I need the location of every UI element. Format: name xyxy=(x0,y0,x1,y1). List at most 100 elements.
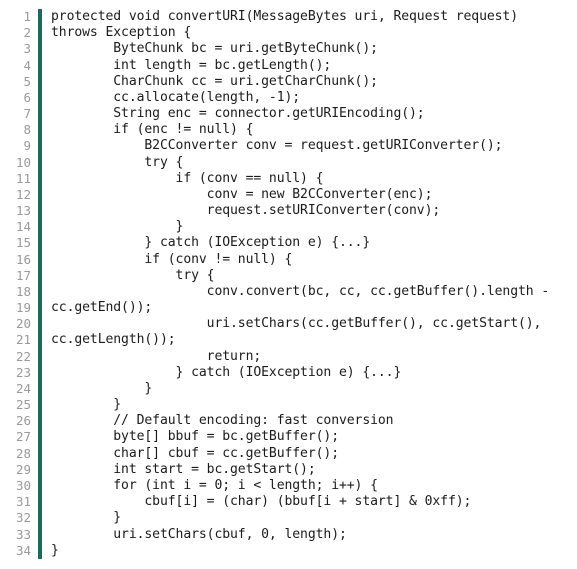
code-line-text[interactable]: } catch (IOException e) {...} xyxy=(51,365,402,381)
line-number: 27 xyxy=(15,429,31,445)
code-listing[interactable]: 1 protected void convertURI(MessageBytes … xyxy=(0,0,577,569)
code-line-text[interactable]: if (conv != null) { xyxy=(51,252,292,268)
code-line-row[interactable]: 14 } xyxy=(0,219,577,235)
code-line-row[interactable]: 3 ByteChunk bc = uri.getByteChunk(); xyxy=(0,41,577,57)
code-line-text[interactable]: // Default encoding: fast conversion xyxy=(51,413,393,429)
code-line-text[interactable]: if (conv == null) { xyxy=(51,171,324,187)
line-number: 17 xyxy=(15,267,31,283)
line-number: 9 xyxy=(23,138,31,154)
code-line-row[interactable]: 17 try { xyxy=(0,268,577,284)
line-number: 1 xyxy=(23,9,31,24)
code-line-row[interactable]: 10 try { xyxy=(0,155,577,171)
line-number: 19 xyxy=(15,300,31,316)
line-number: 3 xyxy=(23,41,31,57)
code-line-row[interactable]: 34} xyxy=(0,543,577,559)
line-number: 34 xyxy=(15,542,31,558)
code-line-text[interactable]: protected void convertURI(MessageBytes u… xyxy=(51,9,518,25)
code-line-row[interactable]: 4 int length = bc.getLength(); xyxy=(0,58,577,74)
code-line-row[interactable]: 18 conv.convert(bc, cc, cc.getBuffer().l… xyxy=(0,284,577,300)
code-line-row[interactable]: 20 uri.setChars(cc.getBuffer(), cc.getSt… xyxy=(0,316,577,332)
code-line-text[interactable]: byte[] bbuf = bc.getBuffer(); xyxy=(51,429,339,445)
line-number: 22 xyxy=(15,348,31,364)
line-number: 20 xyxy=(15,316,31,332)
code-line-row[interactable]: 22 return; xyxy=(0,349,577,365)
code-line-row[interactable]: 31 cbuf[i] = (char) (bbuf[i + start] & 0… xyxy=(0,494,577,510)
code-line-row[interactable]: 5 CharChunk cc = uri.getCharChunk(); xyxy=(0,74,577,90)
code-line-row[interactable]: 6 cc.allocate(length, -1); xyxy=(0,90,577,106)
code-line-row[interactable]: 15 } catch (IOException e) {...} xyxy=(0,235,577,251)
code-line-row[interactable]: 27 byte[] bbuf = bc.getBuffer(); xyxy=(0,429,577,445)
code-line-text[interactable]: } xyxy=(51,219,184,235)
code-line-row[interactable]: 21 cc.getLength()); xyxy=(0,332,577,348)
line-number: 14 xyxy=(15,219,31,235)
line-number: 6 xyxy=(23,89,31,105)
code-line-row[interactable]: 25 } xyxy=(0,397,577,413)
code-line-text-wrapped[interactable]: cc.getEnd()); xyxy=(51,300,152,316)
code-line-text[interactable]: String enc = connector.getURIEncoding(); xyxy=(51,106,424,122)
line-number: 12 xyxy=(15,186,31,202)
line-number: 21 xyxy=(15,332,31,348)
line-number: 24 xyxy=(15,380,31,396)
code-line-text[interactable]: } catch (IOException e) {...} xyxy=(51,235,370,251)
line-number: 25 xyxy=(15,397,31,413)
code-line-text[interactable]: request.setURIConverter(conv); xyxy=(51,203,441,219)
code-line-row[interactable]: 16 if (conv != null) { xyxy=(0,252,577,268)
code-line-row[interactable]: 9 B2CConverter conv = request.getURIConv… xyxy=(0,138,577,154)
line-number: 29 xyxy=(15,461,31,477)
code-line-text[interactable]: } xyxy=(51,397,121,413)
code-line-text[interactable]: for (int i = 0; i < length; i++) { xyxy=(51,478,378,494)
line-number: 11 xyxy=(15,170,31,186)
code-line-text[interactable]: uri.setChars(cbuf, 0, length); xyxy=(51,527,347,543)
code-line-row[interactable]: 8 if (enc != null) { xyxy=(0,122,577,138)
code-line-text-wrapped[interactable]: cc.getLength()); xyxy=(51,332,176,348)
code-line-row[interactable]: 19 cc.getEnd()); xyxy=(0,300,577,316)
code-line-text[interactable]: } xyxy=(51,543,59,559)
code-line-row[interactable]: 33 uri.setChars(cbuf, 0, length); xyxy=(0,527,577,543)
line-number: 10 xyxy=(15,154,31,170)
code-line-row[interactable]: 2 throws Exception { xyxy=(0,25,577,41)
code-line-text[interactable]: cbuf[i] = (char) (bbuf[i + start] & 0xff… xyxy=(51,494,471,510)
code-line-row[interactable]: 30 for (int i = 0; i < length; i++) { xyxy=(0,478,577,494)
code-line-row[interactable]: 12 conv = new B2CConverter(enc); xyxy=(0,187,577,203)
code-line-text[interactable]: } xyxy=(51,510,121,526)
code-line-text[interactable]: CharChunk cc = uri.getCharChunk(); xyxy=(51,74,378,90)
code-line-text[interactable]: B2CConverter conv = request.getURIConver… xyxy=(51,138,502,154)
code-line-text[interactable]: throws Exception { xyxy=(51,25,191,41)
code-line-row[interactable]: 28 char[] cbuf = cc.getBuffer(); xyxy=(0,446,577,462)
code-line-row[interactable]: 26 // Default encoding: fast conversion xyxy=(0,413,577,429)
code-line-row[interactable]: 1 protected void convertURI(MessageBytes … xyxy=(0,9,577,25)
code-line-text[interactable]: cc.allocate(length, -1); xyxy=(51,90,300,106)
line-number: 28 xyxy=(15,445,31,461)
line-number: 16 xyxy=(15,251,31,267)
line-number: 4 xyxy=(23,57,31,73)
code-line-text[interactable]: if (enc != null) { xyxy=(51,122,253,138)
code-line-text[interactable]: int length = bc.getLength(); xyxy=(51,58,331,74)
code-rows-container: 1 protected void convertURI(MessageBytes … xyxy=(0,9,577,559)
code-line-row[interactable]: 11 if (conv == null) { xyxy=(0,171,577,187)
code-line-text[interactable]: uri.setChars(cc.getBuffer(), cc.getStart… xyxy=(51,316,542,332)
code-line-text[interactable]: conv.convert(bc, cc, cc.getBuffer().leng… xyxy=(51,284,550,300)
code-line-row[interactable]: 29 int start = bc.getStart(); xyxy=(0,462,577,478)
line-number: 18 xyxy=(15,283,31,299)
code-line-text[interactable]: conv = new B2CConverter(enc); xyxy=(51,187,433,203)
code-line-row[interactable]: 7 String enc = connector.getURIEncoding(… xyxy=(0,106,577,122)
code-line-text[interactable]: try { xyxy=(51,268,215,284)
line-number: 2 xyxy=(23,25,31,41)
code-line-text[interactable]: return; xyxy=(51,349,262,365)
line-number: 5 xyxy=(23,73,31,89)
code-line-row[interactable]: 13 request.setURIConverter(conv); xyxy=(0,203,577,219)
code-line-text[interactable]: char[] cbuf = cc.getBuffer(); xyxy=(51,446,339,462)
line-number: 15 xyxy=(15,235,31,251)
line-number: 23 xyxy=(15,364,31,380)
code-line-text[interactable]: ByteChunk bc = uri.getByteChunk(); xyxy=(51,41,378,57)
code-line-row[interactable]: 23 } catch (IOException e) {...} xyxy=(0,365,577,381)
code-line-text[interactable]: int start = bc.getStart(); xyxy=(51,462,315,478)
code-line-text[interactable]: } xyxy=(51,381,152,397)
line-number: 33 xyxy=(15,526,31,542)
code-line-row[interactable]: 24 } xyxy=(0,381,577,397)
line-number: 26 xyxy=(15,413,31,429)
code-line-text[interactable]: try { xyxy=(51,155,183,171)
line-number: 32 xyxy=(15,510,31,526)
code-line-row[interactable]: 32 } xyxy=(0,510,577,526)
line-number: 13 xyxy=(15,203,31,219)
